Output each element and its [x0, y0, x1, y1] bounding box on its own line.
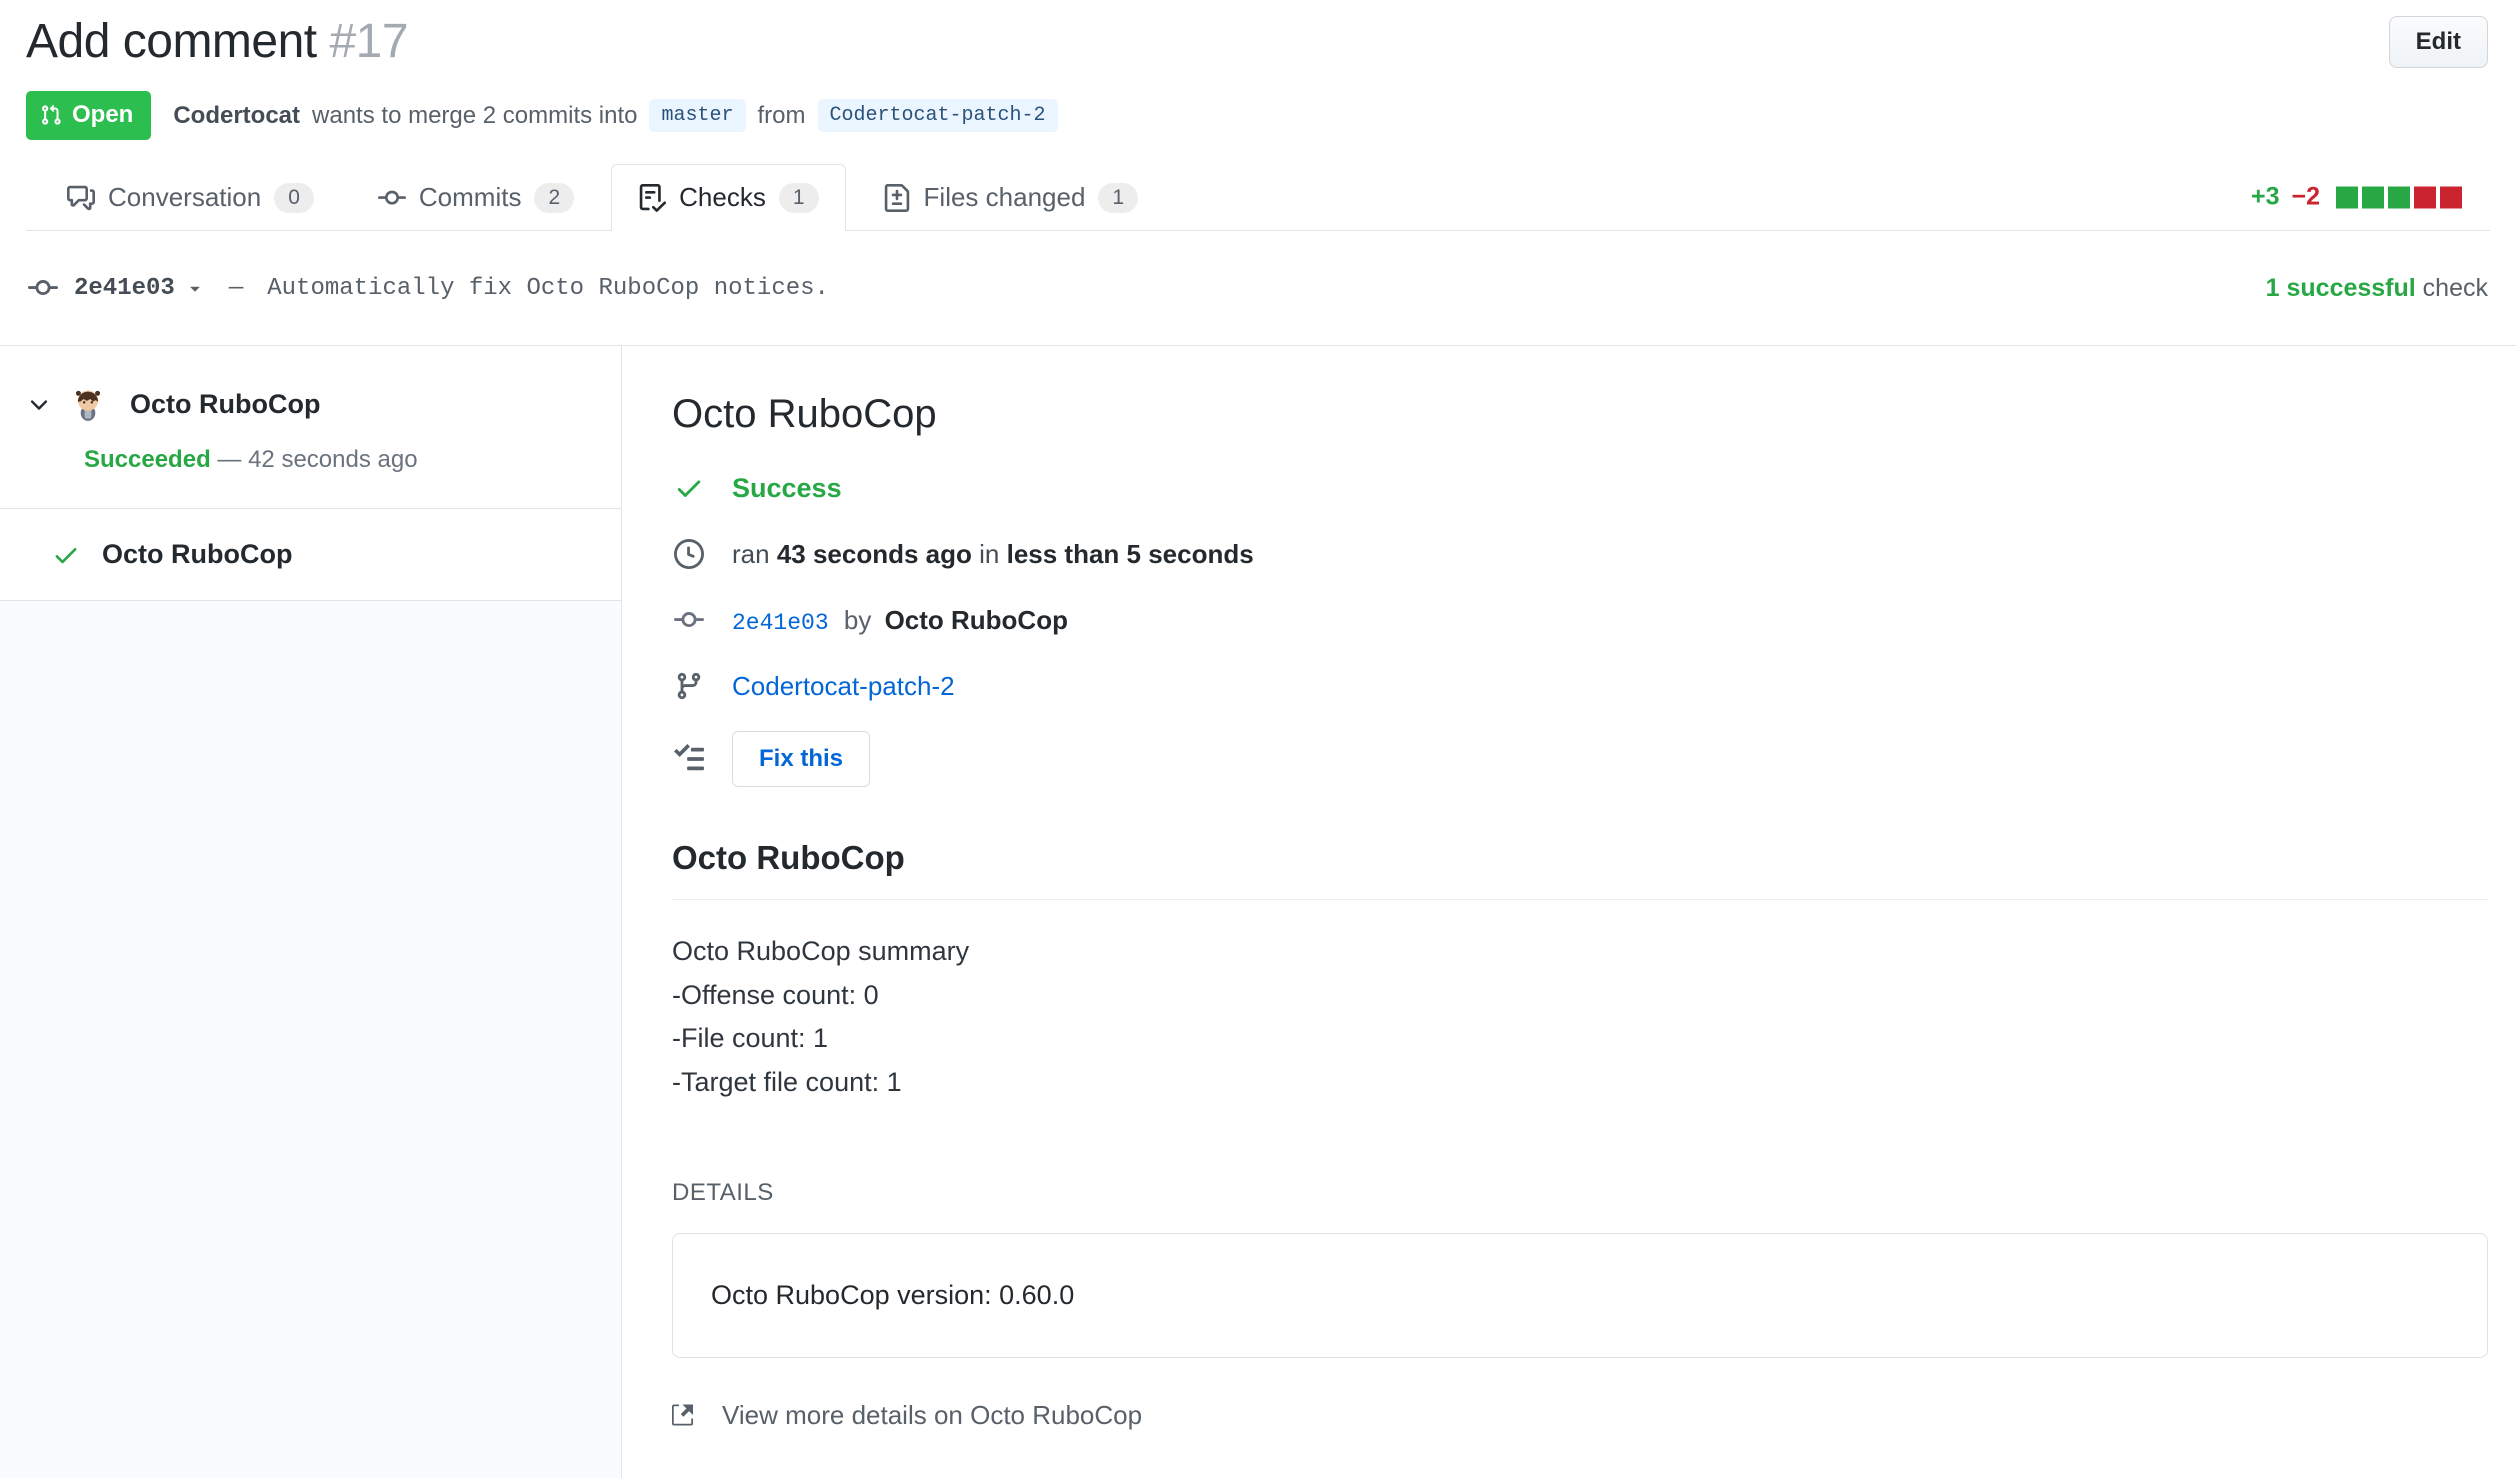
timing-ago: 43 seconds ago: [776, 538, 972, 569]
pr-number: #17: [329, 15, 409, 68]
tab-label: Checks: [679, 182, 766, 212]
tab-count: 1: [778, 182, 819, 213]
git-commit-icon: [28, 273, 58, 303]
checklist-icon: [638, 183, 667, 212]
pr-header: Add comment #17 Edit Open Codertocat wan…: [0, 0, 2516, 231]
commit-author: Octo RuboCop: [884, 604, 1068, 635]
clock-icon: [672, 539, 706, 569]
git-branch-icon: [672, 671, 706, 701]
summary-line: -File count: 1: [672, 1023, 829, 1054]
triangle-down-icon: [185, 278, 205, 298]
diffstat-additions: +3: [2250, 182, 2280, 211]
git-pull-request-icon: [40, 104, 62, 126]
check-icon: [672, 473, 706, 503]
diffstat-block-deleted: [2440, 186, 2462, 208]
summary-line: -Offense count: 0: [672, 979, 879, 1010]
pr-meta-row: Open Codertocat wants to merge 2 commits…: [26, 91, 2490, 140]
head-branch-ref[interactable]: Codertocat-patch-2: [817, 99, 1058, 132]
commit-selector-bar: 2e41e03 — Automatically fix Octo RuboCop…: [0, 231, 2516, 345]
checks-panel: Octo RuboCop Succeeded — 42 seconds ago …: [0, 345, 2516, 1478]
tab-count: 2: [534, 182, 575, 213]
comment-discussion-icon: [67, 184, 95, 212]
avatar: [70, 386, 106, 422]
tab-files-changed[interactable]: Files changed 1: [856, 164, 1166, 231]
check-run-name: Octo RuboCop: [102, 539, 293, 569]
suite-name: Octo RuboCop: [130, 388, 321, 419]
check-run-item[interactable]: Octo RuboCop: [0, 508, 621, 601]
diffstat-blocks: [2336, 186, 2462, 208]
base-branch-ref[interactable]: master: [649, 99, 746, 132]
git-commit-icon: [377, 184, 406, 212]
output-section-title: Octo RuboCop: [672, 839, 2488, 900]
view-more-details-label: View more details on Octo RuboCop: [722, 1399, 1143, 1430]
commit-text: 2e41e03 by Octo RuboCop: [732, 604, 1068, 636]
suite-status-time: — 42 seconds ago: [217, 446, 418, 473]
check-suite-header[interactable]: Octo RuboCop Succeeded — 42 seconds ago: [0, 346, 621, 508]
fix-this-row: Fix this: [672, 731, 2488, 787]
diffstat-block-added: [2336, 186, 2358, 208]
commit-separator: —: [228, 274, 244, 302]
run-title: Octo RuboCop: [672, 392, 937, 436]
merge-summary-text: wants to merge 2 commits into: [312, 101, 638, 129]
tab-checks[interactable]: Checks 1: [611, 164, 846, 231]
merge-summary: Codertocat wants to merge 2 commits into…: [173, 99, 1058, 132]
check-summary: 1 successful check: [2266, 274, 2488, 303]
check-icon: [52, 541, 80, 569]
details-box: Octo RuboCop version: 0.60.0: [672, 1232, 2488, 1358]
tab-conversation[interactable]: Conversation 0: [40, 164, 341, 231]
author-name: Codertocat: [173, 101, 301, 129]
checks-sidebar: Octo RuboCop Succeeded — 42 seconds ago …: [0, 346, 622, 1478]
suite-status-label: Succeeded: [84, 446, 211, 473]
tab-commits[interactable]: Commits 2: [351, 164, 601, 231]
git-commit-icon: [672, 605, 706, 635]
timing-row: ran 43 seconds ago in less than 5 second…: [672, 533, 2488, 575]
diffstat-block-deleted: [2414, 186, 2436, 208]
link-external-icon: [672, 1401, 700, 1429]
check-run-detail: Octo RuboCop Success ran 43 seconds ago …: [622, 346, 2516, 1478]
tab-label: Commits: [418, 182, 522, 212]
branch-link[interactable]: Codertocat-patch-2: [732, 671, 955, 702]
tab-label: Files changed: [923, 182, 1086, 212]
fix-this-button[interactable]: Fix this: [732, 731, 871, 787]
page-title: Add comment #17: [26, 14, 2490, 69]
commit-sha-link[interactable]: 2e41e03: [732, 610, 829, 636]
status-badge: Open: [26, 91, 152, 140]
pr-title-text: Add comment: [26, 15, 317, 68]
details-label: DETAILS: [672, 1178, 774, 1206]
edit-button[interactable]: Edit: [2388, 16, 2488, 68]
check-summary-rest: check: [2415, 273, 2488, 302]
sidebar-filler: [0, 601, 621, 1478]
run-status: Success: [732, 472, 842, 503]
check-summary-strong: 1 successful: [2265, 273, 2416, 302]
timing-text: ran 43 seconds ago in less than 5 second…: [732, 538, 1254, 569]
from-word: from: [757, 101, 806, 129]
commit-row: 2e41e03 by Octo RuboCop: [672, 599, 2488, 641]
tab-label: Conversation: [108, 182, 262, 212]
tasklist-icon: [672, 744, 706, 774]
file-diff-icon: [883, 183, 911, 212]
diffstat-deletions: −2: [2291, 182, 2320, 211]
details-text: Octo RuboCop version: 0.60.0: [711, 1279, 1075, 1310]
tab-count: 0: [274, 182, 314, 213]
commit-sha: 2e41e03: [74, 274, 175, 302]
diffstat-block-added: [2388, 186, 2410, 208]
summary-line: -Target file count: 1: [672, 1067, 902, 1098]
status-badge-label: Open: [72, 101, 134, 128]
commit-sha-dropdown[interactable]: 2e41e03: [74, 275, 205, 302]
summary-line: Octo RuboCop summary: [672, 936, 970, 966]
tab-count: 1: [1098, 182, 1139, 213]
branch-row: Codertocat-patch-2: [672, 665, 2488, 707]
view-more-details-link[interactable]: View more details on Octo RuboCop: [672, 1400, 2488, 1431]
output-summary: Octo RuboCop summary -Offense count: 0 -…: [672, 930, 2488, 1105]
diffstat-block-added: [2362, 186, 2384, 208]
status-row: Success: [672, 467, 2488, 509]
commit-message: Automatically fix Octo RuboCop notices.: [267, 274, 829, 302]
pr-tabbar: Conversation 0 Commits 2 Checks 1 Files …: [26, 164, 2490, 231]
timing-duration: less than 5 seconds: [1006, 538, 1254, 569]
chevron-down-icon[interactable]: [26, 391, 52, 417]
diffstat[interactable]: +3 −2: [2251, 183, 2462, 212]
